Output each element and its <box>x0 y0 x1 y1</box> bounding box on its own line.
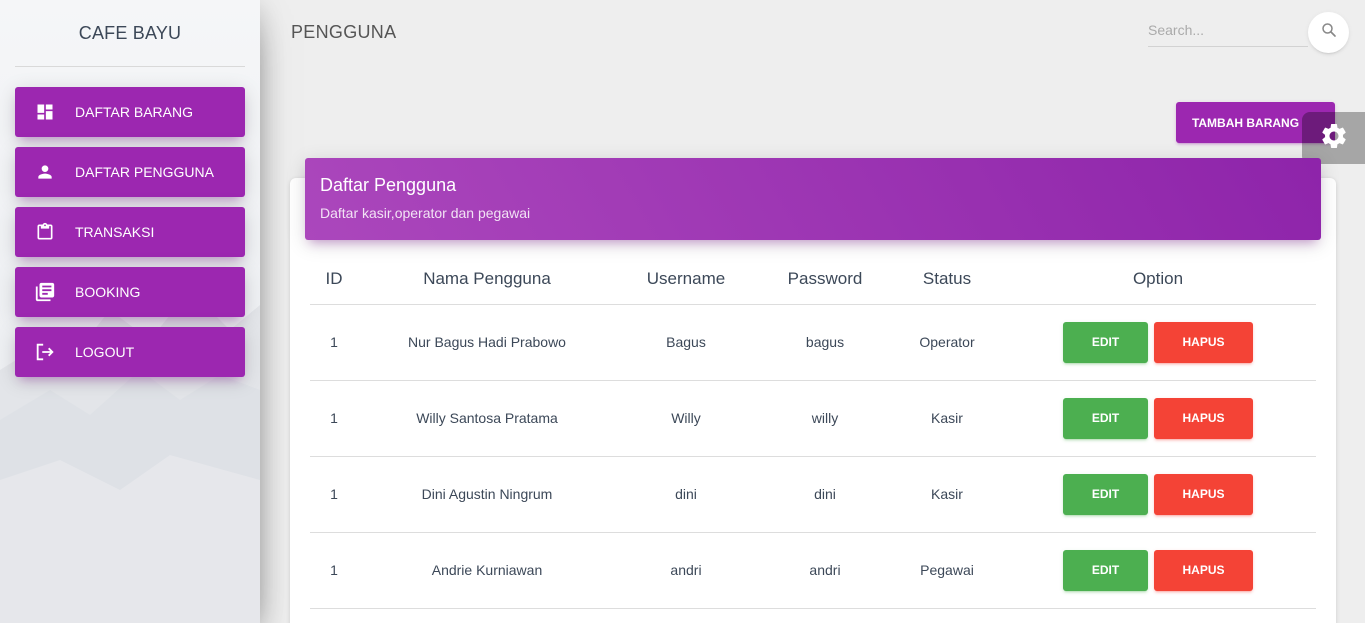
search-button[interactable] <box>1308 12 1349 53</box>
cell-status: Kasir <box>894 456 1000 533</box>
cell-username: Bagus <box>616 304 756 381</box>
table-row: 1 Willy Santosa Pratama Willy willy Kasi… <box>310 380 1316 457</box>
person-icon <box>33 160 57 184</box>
table-header-row: ID Nama Pengguna Username Password Statu… <box>310 255 1316 305</box>
table-row: 1 Nur Bagus Hadi Prabowo Bagus bagus Ope… <box>310 304 1316 381</box>
edit-button[interactable]: EDIT <box>1063 549 1148 591</box>
cell-password: willy <box>756 380 894 457</box>
delete-button[interactable]: HAPUS <box>1154 321 1253 363</box>
cell-username: dini <box>616 456 756 533</box>
cell-username: andri <box>616 532 756 609</box>
cell-option: EDIT HAPUS <box>1000 304 1316 381</box>
cell-id: 1 <box>310 304 358 381</box>
cell-name: Nur Bagus Hadi Prabowo <box>358 304 616 381</box>
cell-id: 1 <box>310 532 358 609</box>
cell-name: Andrie Kurniawan <box>358 532 616 609</box>
edit-button[interactable]: EDIT <box>1063 321 1148 363</box>
search-field <box>1148 16 1308 47</box>
sidebar-nav: DAFTAR BARANG DAFTAR PENGGUNA TRANSAKSI … <box>15 87 245 387</box>
sidebar-item-daftar-pengguna[interactable]: DAFTAR PENGGUNA <box>15 147 245 197</box>
cell-password: bagus <box>756 304 894 381</box>
delete-button[interactable]: HAPUS <box>1154 473 1253 515</box>
cell-option: EDIT HAPUS <box>1000 456 1316 533</box>
edit-button[interactable]: EDIT <box>1063 473 1148 515</box>
column-header-name: Nama Pengguna <box>358 255 616 305</box>
sidebar-item-transaksi[interactable]: TRANSAKSI <box>15 207 245 257</box>
cell-option: EDIT HAPUS <box>1000 532 1316 609</box>
brand-logo[interactable]: CAFE BAYU <box>15 0 245 67</box>
sidebar: CAFE BAYU DAFTAR BARANG DAFTAR PENGGUNA … <box>0 0 260 623</box>
sidebar-item-label: LOGOUT <box>75 344 135 360</box>
gear-icon <box>1319 121 1349 156</box>
sidebar-item-label: BOOKING <box>75 284 141 300</box>
brand-name: CAFE BAYU <box>78 22 182 43</box>
search-icon <box>1320 21 1338 44</box>
cell-option: EDIT HAPUS <box>1000 380 1316 457</box>
column-header-password: Password <box>756 255 894 305</box>
cell-name: Dini Agustin Ningrum <box>358 456 616 533</box>
column-header-option: Option <box>1000 255 1316 305</box>
card-header: Daftar Pengguna Daftar kasir,operator da… <box>305 158 1321 240</box>
cell-id: 1 <box>310 456 358 533</box>
cell-status: Kasir <box>894 380 1000 457</box>
sidebar-item-booking[interactable]: BOOKING <box>15 267 245 317</box>
cell-password: andri <box>756 532 894 609</box>
table-row: 1 Andrie Kurniawan andri andri Pegawai E… <box>310 532 1316 609</box>
card-title: Daftar Pengguna <box>320 175 457 195</box>
settings-button[interactable] <box>1302 112 1365 164</box>
sidebar-item-logout[interactable]: LOGOUT <box>15 327 245 377</box>
cell-status: Operator <box>894 304 1000 381</box>
delete-button[interactable]: HAPUS <box>1154 549 1253 591</box>
column-header-username: Username <box>616 255 756 305</box>
users-table: ID Nama Pengguna Username Password Statu… <box>310 255 1316 609</box>
column-header-status: Status <box>894 255 1000 305</box>
page-title: PENGGUNA <box>291 22 397 42</box>
logout-icon <box>33 340 57 364</box>
sidebar-item-label: DAFTAR PENGGUNA <box>75 164 214 180</box>
sidebar-item-daftar-barang[interactable]: DAFTAR BARANG <box>15 87 245 137</box>
sidebar-item-label: TRANSAKSI <box>75 224 155 240</box>
table-row: 1 Dini Agustin Ningrum dini dini Kasir E… <box>310 456 1316 533</box>
cell-password: dini <box>756 456 894 533</box>
column-header-id: ID <box>310 255 358 305</box>
delete-button[interactable]: HAPUS <box>1154 397 1253 439</box>
sidebar-item-label: DAFTAR BARANG <box>75 104 193 120</box>
cell-status: Pegawai <box>894 532 1000 609</box>
cell-name: Willy Santosa Pratama <box>358 380 616 457</box>
edit-button[interactable]: EDIT <box>1063 397 1148 439</box>
cell-id: 1 <box>310 380 358 457</box>
library-books-icon <box>33 280 57 304</box>
cell-username: Willy <box>616 380 756 457</box>
dashboard-icon <box>33 100 57 124</box>
search-input[interactable] <box>1148 16 1298 44</box>
clipboard-icon <box>33 220 57 244</box>
card-subtitle: Daftar kasir,operator dan pegawai <box>320 205 531 221</box>
